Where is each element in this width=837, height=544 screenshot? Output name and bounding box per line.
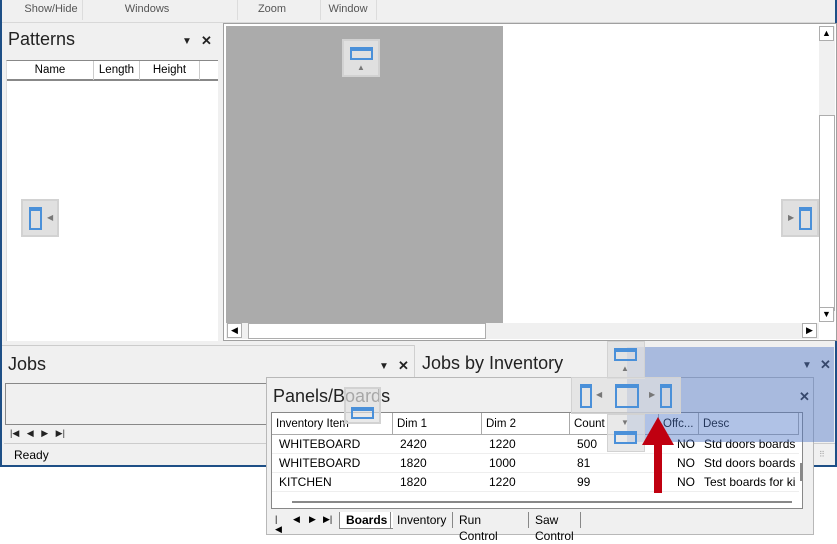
dock-center-icon [615, 384, 639, 408]
patterns-panel: Patterns ▼ ✕ Name Length Height ◀ [2, 23, 221, 341]
horizontal-scrollbar[interactable]: ◀ ▶ [226, 323, 819, 339]
arrow-right-icon: ▶ [649, 390, 656, 399]
dock-right-icon [660, 384, 672, 408]
arrow-down-icon: ▼ [621, 418, 629, 427]
close-icon[interactable]: ✕ [201, 33, 212, 49]
arrow-right-icon: ▶ [788, 213, 795, 222]
column-header-height[interactable]: Height [140, 61, 200, 80]
tab-nav-prev[interactable]: ◀ [293, 514, 300, 525]
nav-prev-button[interactable]: ◀ [27, 428, 34, 438]
vertical-scrollbar[interactable]: ▲ ▼ [819, 26, 835, 322]
patterns-panel-title: Patterns [8, 29, 76, 49]
patterns-list-header: Name Length Height [7, 61, 218, 81]
dock-bottom-icon [351, 407, 374, 419]
arrow-left-icon: ◀ [596, 390, 603, 399]
arrow-up-icon: ▲ [357, 63, 365, 72]
tab-saw-control[interactable]: Saw Control [528, 512, 581, 543]
tab-nav-next[interactable]: ▶ [309, 514, 316, 525]
cell-desc: Std doors boards [699, 454, 799, 473]
close-icon[interactable]: ✕ [398, 358, 409, 374]
column-header-dim2[interactable]: Dim 2 [482, 413, 570, 435]
ribbon-group-zoom: Zoom [257, 3, 287, 15]
annotation-arrow-icon [642, 417, 674, 493]
resize-grip-icon[interactable]: ⠿ [819, 450, 825, 459]
nav-next-button[interactable]: ▶ [41, 428, 48, 438]
dock-left-icon [580, 384, 592, 408]
ribbon-group-labels: Show/Hide Windows Zoom Window [2, 0, 835, 23]
dock-left-icon [29, 207, 42, 230]
tab-run-control[interactable]: Run Control [452, 512, 504, 543]
cell-dim1: 1820 [393, 473, 482, 492]
ribbon-separator [237, 0, 238, 20]
jobs-panel-title: Jobs [8, 354, 47, 374]
tab-nav-last[interactable]: ▶| [323, 514, 332, 525]
ribbon-separator [376, 0, 377, 20]
main-document-area: ▲ ▶ ▲ ▼ ◀ ▶ [223, 23, 837, 341]
column-header-dim1[interactable]: Dim 1 [393, 413, 482, 435]
dock-guide-floating[interactable] [344, 387, 381, 424]
ribbon-group-windows: Windows [124, 3, 170, 15]
nav-first-button[interactable]: |◀ [10, 428, 19, 438]
arrow-up-icon: ▲ [621, 364, 629, 373]
cell-inventory-item: WHITEBOARD [272, 435, 393, 454]
scroll-left-button[interactable]: ◀ [227, 323, 242, 338]
cell-dim2: 1000 [482, 454, 570, 473]
ribbon-group-window: Window [328, 3, 368, 15]
horizontal-scroll-thumb[interactable] [248, 323, 486, 339]
tab-inventory[interactable]: Inventory [390, 512, 452, 528]
ribbon-separator [320, 0, 321, 20]
arrow-left-icon: ◀ [47, 213, 54, 222]
vertical-scroll-thumb[interactable] [819, 115, 835, 311]
dock-bottom-icon [614, 431, 637, 444]
dock-top-icon [350, 47, 373, 60]
cell-inventory-item: WHITEBOARD [272, 454, 393, 473]
cell-dim2: 1220 [482, 473, 570, 492]
dock-compass-top[interactable]: ▲ [607, 341, 645, 379]
pin-dropdown-icon[interactable]: ▼ [379, 361, 389, 372]
column-header-name[interactable]: Name [7, 61, 94, 80]
ribbon-group-show-hide: Show/Hide [24, 3, 78, 15]
scroll-up-button[interactable]: ▲ [819, 26, 834, 41]
tab-boards[interactable]: Boards [339, 512, 394, 529]
pin-dropdown-icon[interactable]: ▼ [182, 36, 192, 47]
scroll-down-button[interactable]: ▼ [819, 307, 834, 322]
vertical-scroll-thumb[interactable] [800, 463, 802, 481]
dock-compass-middle[interactable]: ◀ ▶ [571, 377, 681, 414]
horizontal-scroll-thumb[interactable] [292, 501, 792, 503]
dock-guide-left[interactable]: ◀ [21, 199, 59, 237]
column-header-length[interactable]: Length [94, 61, 140, 80]
dock-guide-right[interactable]: ▶ [781, 199, 819, 237]
cell-desc: Test boards for ki [699, 473, 799, 492]
ribbon-separator [82, 0, 83, 20]
dock-right-icon [799, 207, 812, 230]
dock-top-icon [614, 348, 637, 361]
record-navigator: |◀ ◀ ▶ ▶| [10, 428, 65, 439]
annotation-arrow-shape [642, 417, 674, 493]
jobs-by-inventory-title: Jobs by Inventory [422, 353, 564, 373]
dock-guide-top[interactable]: ▲ [342, 39, 380, 77]
nav-last-button[interactable]: ▶| [56, 428, 65, 438]
cell-dim2: 1220 [482, 435, 570, 454]
tab-nav-first[interactable]: |◀ [275, 514, 282, 535]
cell-dim1: 1820 [393, 454, 482, 473]
cell-dim1: 2420 [393, 435, 482, 454]
scroll-right-button[interactable]: ▶ [802, 323, 817, 338]
status-text: Ready [14, 448, 49, 462]
cell-inventory-item: KITCHEN [272, 473, 393, 492]
